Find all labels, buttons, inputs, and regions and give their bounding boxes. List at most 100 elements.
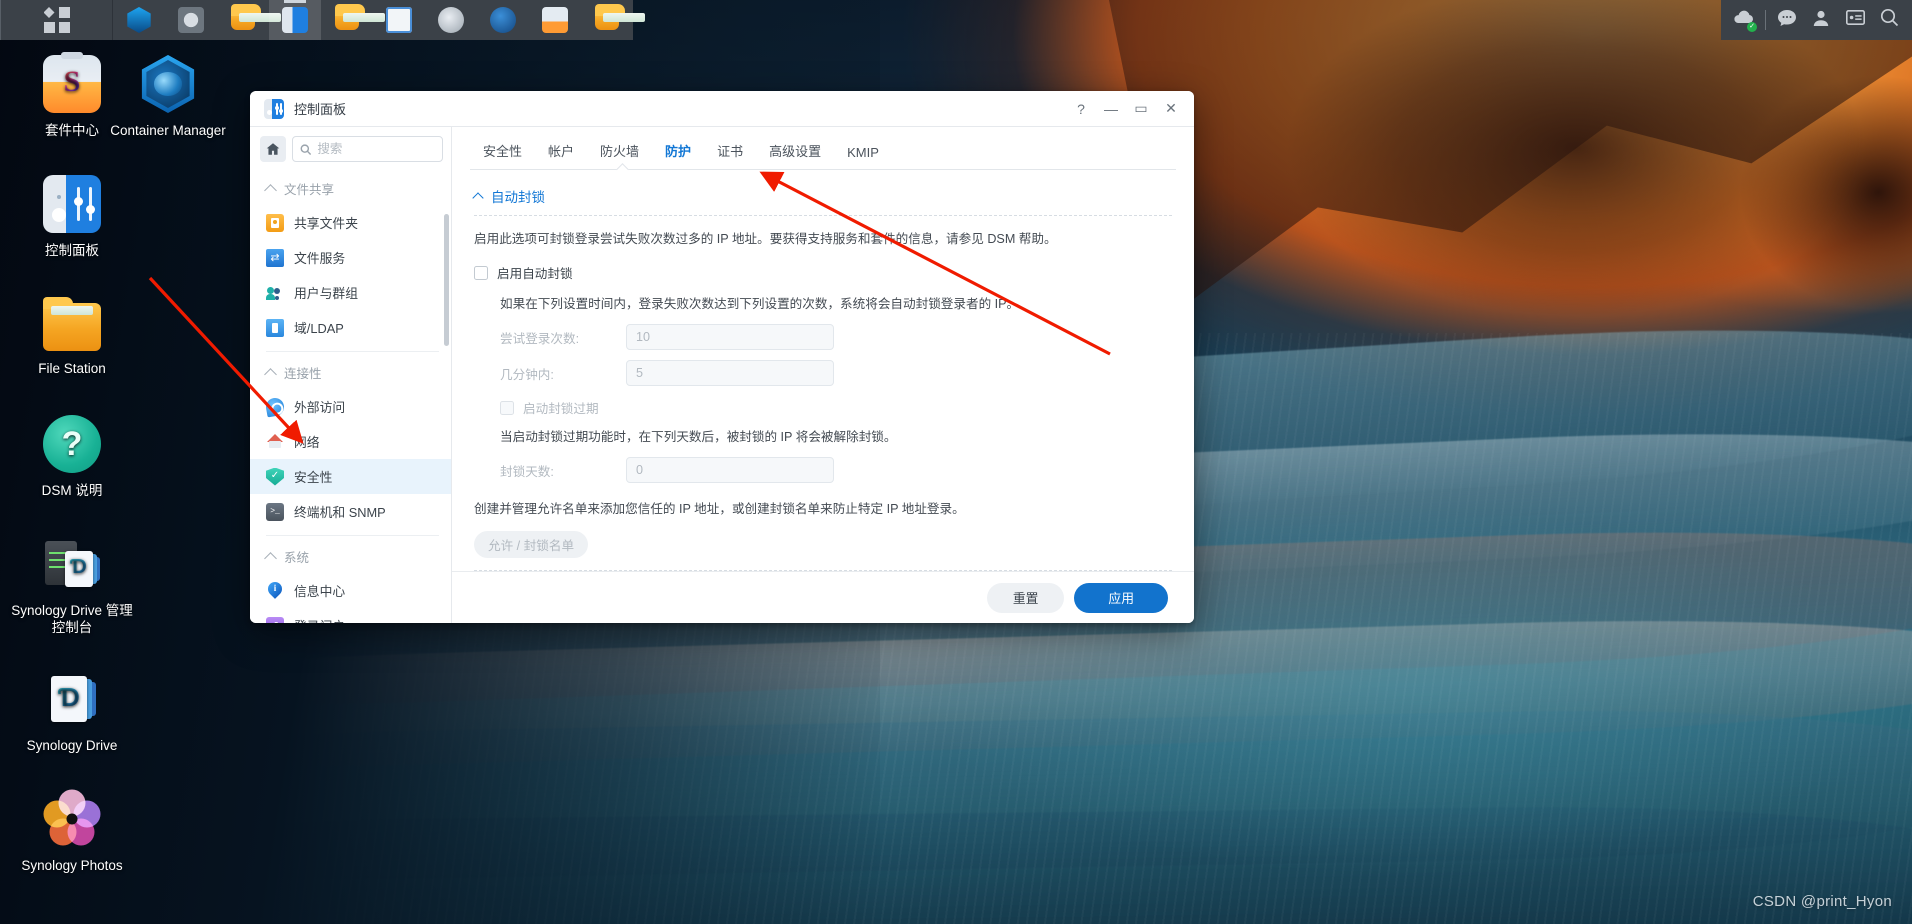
- sidebar-item-users-groups[interactable]: 用户与群组: [250, 275, 451, 310]
- sidebar-group-file-sharing[interactable]: 文件共享: [250, 172, 451, 205]
- sidebar-divider: [266, 535, 439, 536]
- within-minutes-row: 几分钟内: 5: [474, 360, 1172, 386]
- tab-account[interactable]: 帐户: [535, 141, 587, 169]
- enable-auto-block-checkbox[interactable]: [474, 265, 488, 280]
- info-center-icon: [266, 582, 284, 600]
- desktop-icon-synology-drive[interactable]: Ɗ Synology Drive: [12, 670, 132, 754]
- block-days-label: 封锁天数:: [500, 464, 554, 479]
- minimize-button[interactable]: —: [1096, 95, 1126, 123]
- gear-icon: [178, 7, 204, 33]
- sidebar-item-label: 信息中心: [294, 584, 346, 599]
- auto-block-description: 启用此选项可封锁登录尝试失败次数过多的 IP 地址。要获得支持服务和套件的信息，…: [474, 232, 1057, 246]
- sidebar-group-label: 文件共享: [284, 183, 335, 197]
- terminal-snmp-icon: [266, 502, 284, 521]
- disk-icon: [438, 7, 464, 33]
- sidebar-item-security[interactable]: 安全性: [250, 459, 451, 494]
- sidebar-item-label: 域/LDAP: [294, 321, 344, 336]
- sidebar-search-box[interactable]: [292, 136, 443, 162]
- control-panel-icon: [264, 98, 284, 119]
- user-menu-button[interactable]: [1804, 0, 1838, 40]
- sidebar-item-label: 用户与群组: [294, 286, 358, 301]
- sidebar-item-domain-ldap[interactable]: 域/LDAP: [250, 310, 451, 345]
- shared-folder-icon: [266, 213, 284, 232]
- taskbar-right: ✓: [1721, 0, 1912, 40]
- auto-block-rule-text: 如果在下列设置时间内，登录失败次数达到下列设置的次数，系统将会自动封锁登录者的 …: [500, 297, 1020, 311]
- tab-advanced[interactable]: 高级设置: [756, 141, 834, 169]
- sidebar-item-login-portal[interactable]: 登录门户: [250, 608, 451, 623]
- window-body: 文件共享 共享文件夹 文件服务 用户与群组 域/LDAP: [250, 127, 1194, 623]
- desktop-icon-label: Synology Drive: [26, 738, 118, 753]
- login-attempts-row: 尝试登录次数: 10: [474, 324, 1172, 350]
- tab-protection[interactable]: 防护: [652, 141, 704, 169]
- tab-certificate[interactable]: 证书: [704, 141, 756, 169]
- maximize-button[interactable]: ▭: [1126, 95, 1156, 123]
- desktop-icon-dsm-help[interactable]: DSM 说明: [12, 415, 132, 499]
- help-button[interactable]: ?: [1066, 95, 1096, 123]
- section-title: 自动封锁: [491, 190, 545, 205]
- search-button[interactable]: [1872, 0, 1906, 40]
- taskbar-app-folder-extra[interactable]: [581, 0, 645, 40]
- section-auto-block-header[interactable]: 自动封锁: [472, 186, 1172, 215]
- folder-icon: [43, 297, 101, 351]
- sidebar-item-external-access[interactable]: 外部访问: [250, 389, 451, 424]
- block-expiration-text: 当启动封锁过期功能时，在下列天数后，被封锁的 IP 将会被解除封锁。: [500, 430, 897, 444]
- desktop-icon-synology-photos[interactable]: Synology Photos: [12, 789, 132, 874]
- taskbar-app-container-manager[interactable]: [113, 0, 165, 40]
- chat-button[interactable]: [1770, 0, 1804, 40]
- sidebar-item-terminal-snmp[interactable]: 终端机和 SNMP: [250, 494, 451, 529]
- sidebar-item-info-center[interactable]: 信息中心: [250, 573, 451, 608]
- package-center-icon: [43, 52, 101, 113]
- sidebar-group-connectivity[interactable]: 连接性: [250, 356, 451, 389]
- tab-security[interactable]: 安全性: [470, 141, 535, 169]
- folder-icon: [231, 4, 281, 30]
- synology-photos-icon: [43, 789, 101, 848]
- apply-button[interactable]: 应用: [1074, 582, 1168, 613]
- sidebar-item-network[interactable]: 网络: [250, 424, 451, 459]
- enable-block-expiration-row[interactable]: 启动封锁过期: [500, 398, 1172, 417]
- taskbar-app-storage-manager[interactable]: [425, 0, 477, 40]
- taskbar-app-package-settings[interactable]: [165, 0, 217, 40]
- shield-globe-icon: [490, 7, 516, 33]
- allow-block-list-button[interactable]: 允许 / 封锁名单: [474, 531, 589, 558]
- taskbar-app-control-panel[interactable]: [269, 0, 321, 40]
- sidebar-scrollbar[interactable]: [444, 214, 449, 346]
- desktop-icon-drive-admin-console[interactable]: Ɗ Synology Drive 管理控制台: [8, 535, 136, 636]
- package-center-icon: [542, 7, 568, 33]
- search-input[interactable]: [317, 142, 435, 156]
- block-days-input[interactable]: 0: [626, 457, 834, 483]
- desktop-icon-label: File Station: [38, 361, 106, 376]
- hexagon-icon: [127, 7, 151, 33]
- desktop-icon-file-station[interactable]: File Station: [12, 295, 132, 377]
- login-attempts-input[interactable]: 10: [626, 324, 834, 350]
- sidebar-group-label: 系统: [284, 551, 310, 565]
- sidebar-item-file-services[interactable]: 文件服务: [250, 240, 451, 275]
- enable-block-expiration-checkbox[interactable]: [500, 400, 514, 415]
- tab-kmip[interactable]: KMIP: [834, 145, 892, 169]
- chevron-up-icon: [264, 551, 277, 565]
- control-panel-icon: [43, 175, 101, 233]
- tab-bar: 安全性 帐户 防火墙 防护 证书 高级设置 KMIP: [452, 127, 1194, 169]
- within-minutes-input[interactable]: 5: [626, 360, 834, 386]
- main-content: 自动封锁 启用此选项可封锁登录尝试失败次数过多的 IP 地址。要获得支持服务和套…: [452, 170, 1194, 571]
- network-icon: [266, 433, 284, 451]
- taskbar-app-package-center[interactable]: [529, 0, 581, 40]
- sidebar-item-label: 安全性: [294, 470, 333, 485]
- file-service-icon: [266, 248, 284, 267]
- widgets-button[interactable]: [1838, 0, 1872, 40]
- app-grid-icon: [43, 7, 70, 33]
- main-menu-button[interactable]: [0, 0, 112, 40]
- taskbar-app-text-editor[interactable]: [373, 0, 425, 40]
- desktop-icon-container-manager[interactable]: Container Manager: [108, 55, 228, 139]
- sidebar-item-shared-folder[interactable]: 共享文件夹: [250, 205, 451, 240]
- taskbar-app-security-advisor[interactable]: [477, 0, 529, 40]
- notifications-cloud-button[interactable]: ✓: [1727, 0, 1761, 40]
- taskbar-app-file-station[interactable]: [217, 0, 281, 40]
- sidebar-group-system[interactable]: 系统: [250, 540, 451, 573]
- taskbar-app-file-station-2[interactable]: [321, 0, 385, 40]
- reset-button[interactable]: 重置: [986, 582, 1065, 613]
- enable-auto-block-row[interactable]: 启用自动封锁: [474, 263, 1172, 282]
- home-button[interactable]: [260, 136, 286, 162]
- widget-panel-icon: [1845, 10, 1865, 30]
- close-button[interactable]: ✕: [1156, 95, 1186, 123]
- desktop-icon-control-panel[interactable]: 控制面板: [12, 175, 132, 259]
